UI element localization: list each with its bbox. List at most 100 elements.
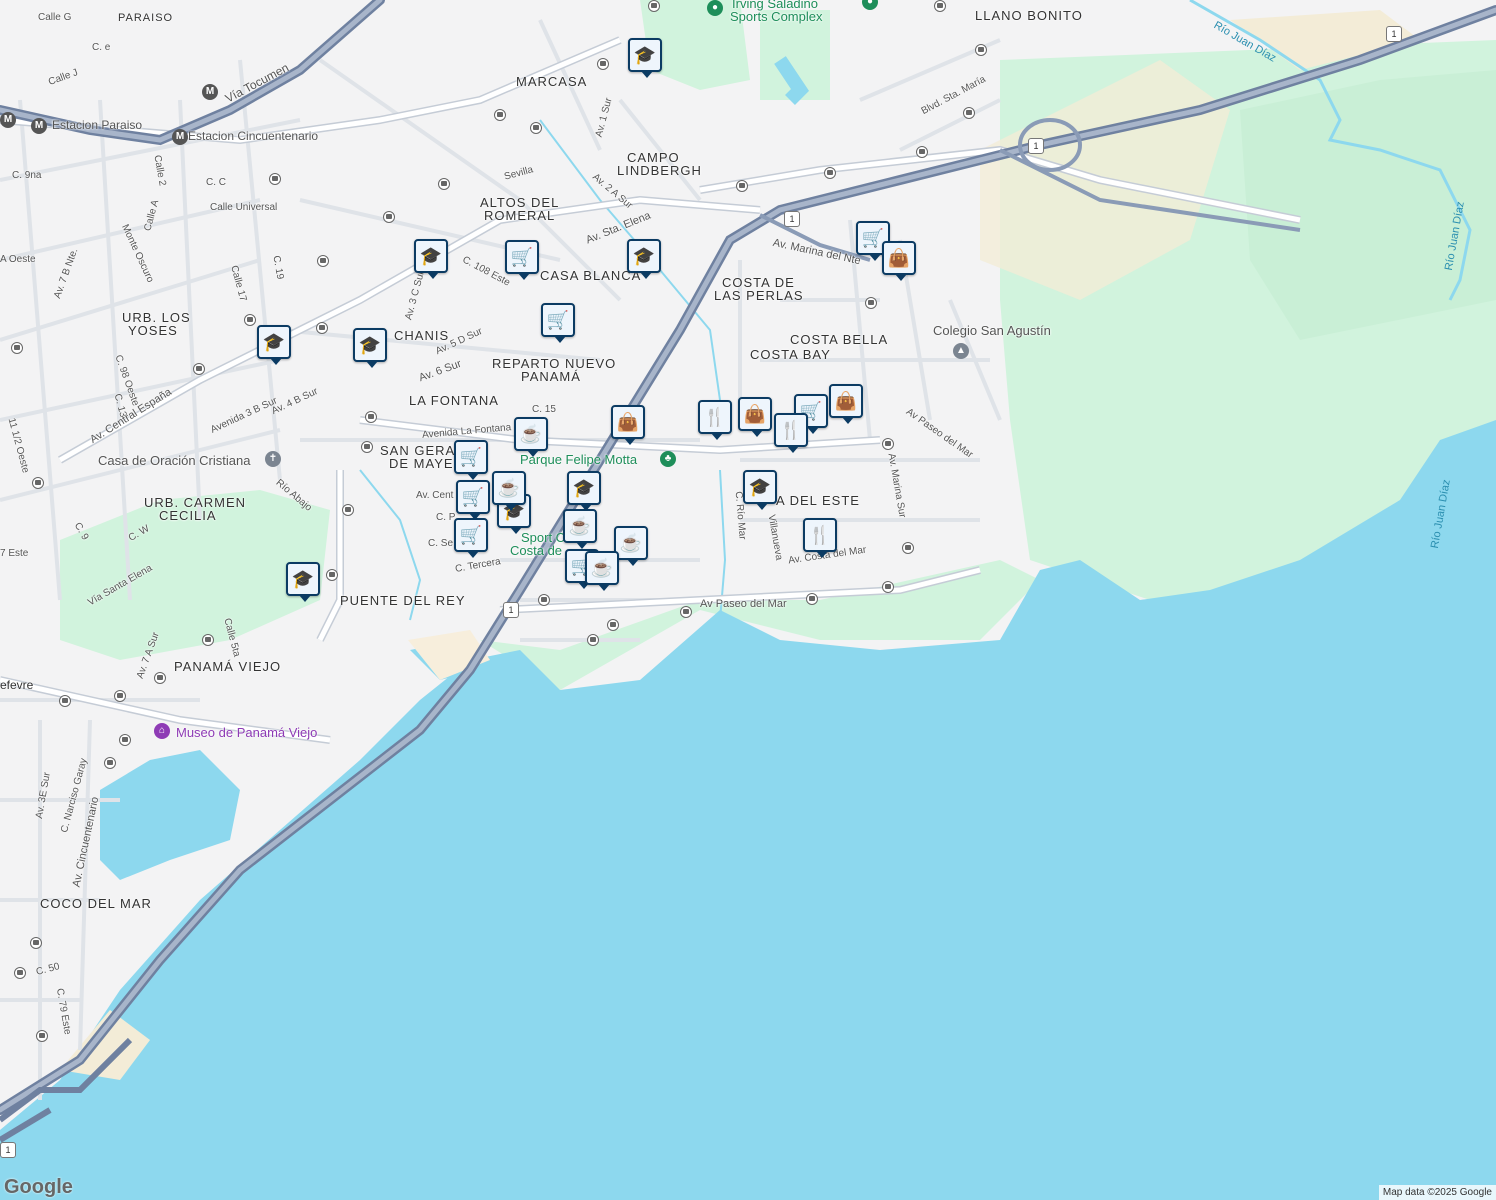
- bus-stop-icon[interactable]: [680, 606, 692, 618]
- neighborhood-label: COSTA BELLA: [790, 332, 889, 347]
- bus-stop-icon[interactable]: [202, 634, 214, 646]
- bus-stop-icon[interactable]: [736, 180, 748, 192]
- school-icon[interactable]: 🎓: [286, 562, 320, 602]
- cafe-icon[interactable]: ☕: [563, 509, 597, 549]
- neighborhood-label: LLANO BONITO: [975, 8, 1083, 23]
- highway-shield-icon: 1: [0, 1142, 16, 1158]
- bus-stop-icon[interactable]: [824, 167, 836, 179]
- cafe-icon[interactable]: ☕: [585, 551, 619, 591]
- bus-stop-icon[interactable]: [494, 109, 506, 121]
- metro-icon[interactable]: M: [31, 118, 47, 134]
- neighborhood-label: PANAMÁ: [521, 369, 581, 384]
- school-icon[interactable]: 🎓: [628, 38, 662, 78]
- bus-stop-icon[interactable]: [104, 757, 116, 769]
- google-logo: Google: [4, 1176, 73, 1198]
- school-marker-icon[interactable]: ▲: [953, 343, 969, 359]
- neighborhood-label: LA FONTANA: [409, 393, 499, 408]
- school-icon[interactable]: 🎓: [414, 239, 448, 279]
- park-marker-icon[interactable]: ●: [707, 0, 723, 16]
- map-canvas[interactable]: LLANO BONITO PARAISO MARCASA CAMPO LINDB…: [0, 0, 1496, 1200]
- street-label: C. C: [206, 177, 226, 188]
- neighborhood-label: PARAISO: [118, 12, 174, 24]
- bus-stop-icon[interactable]: [14, 967, 26, 979]
- bus-stop-icon[interactable]: [119, 734, 131, 746]
- shopping-bag-icon[interactable]: 👜: [882, 241, 916, 281]
- bus-stop-icon[interactable]: [865, 297, 877, 309]
- bus-stop-icon[interactable]: [648, 0, 660, 12]
- school-icon[interactable]: 🎓: [353, 328, 387, 368]
- neighborhood-label: COCO DEL MAR: [40, 896, 152, 911]
- highway-shield-icon: 1: [1028, 138, 1044, 154]
- place-label[interactable]: Museo de Panamá Viejo: [176, 725, 317, 740]
- bus-stop-icon[interactable]: [342, 504, 354, 516]
- bus-stop-icon[interactable]: [326, 569, 338, 581]
- bus-stop-icon[interactable]: [59, 695, 71, 707]
- place-label[interactable]: Sports Complex: [730, 9, 822, 24]
- bus-stop-icon[interactable]: [317, 255, 329, 267]
- bus-stop-icon[interactable]: [530, 122, 542, 134]
- metro-icon[interactable]: M: [0, 112, 16, 128]
- cart-icon[interactable]: 🛒: [505, 240, 539, 280]
- bus-stop-icon[interactable]: [365, 411, 377, 423]
- cart-icon[interactable]: 🛒: [456, 480, 490, 520]
- bus-stop-icon[interactable]: [244, 314, 256, 326]
- museum-marker-icon[interactable]: ⌂: [154, 723, 170, 739]
- cart-icon[interactable]: 🛒: [454, 440, 488, 480]
- school-icon[interactable]: 🎓: [627, 239, 661, 279]
- restaurant-icon[interactable]: 🍴: [698, 400, 732, 440]
- bus-stop-icon[interactable]: [11, 342, 23, 354]
- cart-icon[interactable]: 🛒: [454, 518, 488, 558]
- bus-stop-icon[interactable]: [438, 178, 450, 190]
- bus-stop-icon[interactable]: [916, 146, 928, 158]
- bus-stop-icon[interactable]: [361, 441, 373, 453]
- bus-stop-icon[interactable]: [538, 594, 550, 606]
- shopping-bag-icon[interactable]: 👜: [829, 384, 863, 424]
- bus-stop-icon[interactable]: [597, 58, 609, 70]
- bus-stop-icon[interactable]: [607, 619, 619, 631]
- restaurant-icon[interactable]: 🍴: [774, 413, 808, 453]
- cart-icon[interactable]: 🛒: [541, 303, 575, 343]
- bus-stop-icon[interactable]: [154, 672, 166, 684]
- bus-stop-icon[interactable]: [975, 44, 987, 56]
- metro-icon[interactable]: M: [172, 129, 188, 145]
- bus-stop-icon[interactable]: [30, 937, 42, 949]
- street-label: C. e: [92, 42, 111, 53]
- bus-stop-icon[interactable]: [902, 542, 914, 554]
- bus-stop-icon[interactable]: [36, 1030, 48, 1042]
- bus-stop-icon[interactable]: [114, 690, 126, 702]
- bus-stop-icon[interactable]: [882, 438, 894, 450]
- shopping-bag-icon[interactable]: 👜: [738, 397, 772, 437]
- highway-shield-icon: 1: [1386, 26, 1402, 42]
- neighborhood-label: MARCASA: [516, 74, 588, 89]
- metro-icon[interactable]: M: [202, 84, 218, 100]
- bus-stop-icon[interactable]: [806, 593, 818, 605]
- station-label: Estacion Paraiso: [52, 118, 143, 132]
- bus-stop-icon[interactable]: [316, 322, 328, 334]
- street-label: A Oeste: [0, 254, 36, 265]
- place-label[interactable]: Casa de Oración Cristiana: [98, 453, 250, 468]
- tree-marker-icon[interactable]: ♣: [660, 451, 676, 467]
- bus-stop-icon[interactable]: [934, 0, 946, 12]
- street-label: C. 15: [532, 404, 556, 415]
- place-label[interactable]: Costa de: [510, 543, 562, 558]
- restaurant-icon[interactable]: 🍴: [803, 518, 837, 558]
- bus-stop-icon[interactable]: [32, 477, 44, 489]
- bus-stop-icon[interactable]: [383, 211, 395, 223]
- bus-stop-icon[interactable]: [269, 173, 281, 185]
- bus-stop-icon[interactable]: [882, 581, 894, 593]
- school-icon[interactable]: 🎓: [743, 470, 777, 510]
- street-label: Av Paseo del Mar: [700, 598, 787, 610]
- school-icon[interactable]: 🎓: [257, 325, 291, 365]
- map-attribution[interactable]: Map data ©2025 Google: [1378, 1185, 1496, 1200]
- church-marker-icon[interactable]: ✝: [265, 451, 281, 467]
- bus-stop-icon[interactable]: [963, 107, 975, 119]
- street-label: 7 Este: [0, 548, 29, 559]
- cafe-icon[interactable]: ☕: [514, 417, 548, 457]
- school-icon[interactable]: 🎓: [567, 471, 601, 511]
- cafe-icon[interactable]: ☕: [614, 526, 648, 566]
- place-label[interactable]: Colegio San Agustín: [933, 323, 1051, 338]
- bus-stop-icon[interactable]: [587, 634, 599, 646]
- bus-stop-icon[interactable]: [193, 363, 205, 375]
- shopping-bag-icon[interactable]: 👜: [611, 405, 645, 445]
- cafe-icon[interactable]: ☕: [492, 471, 526, 511]
